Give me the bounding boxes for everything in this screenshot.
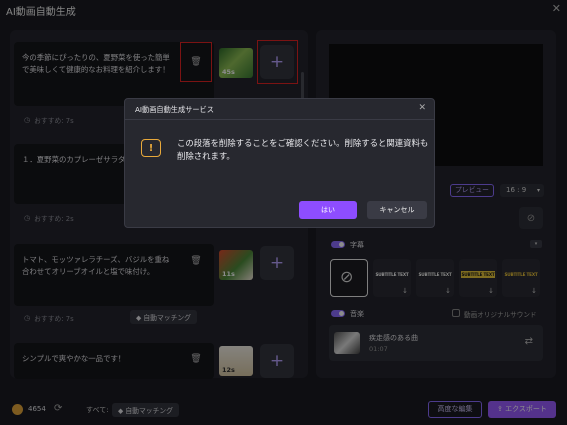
confirm-dialog: AI動画自動生成サービス ✕ ! この段落を削除することをご確認ください。削除す… <box>124 98 435 228</box>
cancel-button[interactable]: キャンセル <box>367 201 427 219</box>
dialog-divider <box>125 119 434 120</box>
warning-icon: ! <box>141 139 161 157</box>
dialog-title: AI動画自動生成サービス <box>135 105 214 114</box>
yes-button[interactable]: はい <box>299 201 357 219</box>
close-icon[interactable]: ✕ <box>418 103 426 113</box>
dialog-message: この段落を削除することをご確認ください。削除すると関連資料も削除されます。 <box>177 138 429 161</box>
